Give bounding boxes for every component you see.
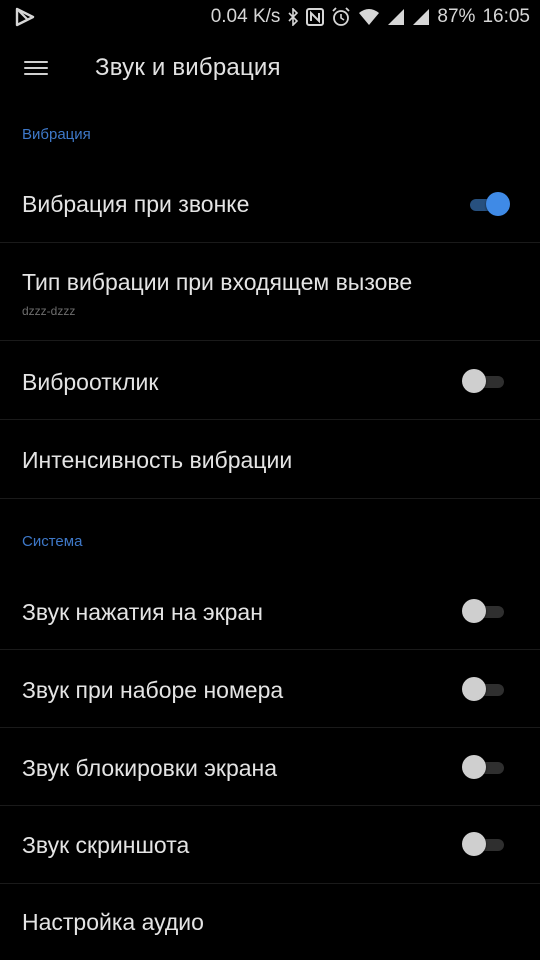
- setting-title: Виброотклик: [22, 369, 159, 395]
- section-header-vibration: Вибрация: [22, 126, 91, 143]
- clock: 16:05: [482, 6, 530, 27]
- app-toolbar: Звук и вибрация: [0, 36, 540, 104]
- setting-title: Звук нажатия на экран: [22, 599, 263, 625]
- section-header-system: Система: [22, 533, 83, 550]
- status-icons: 0.04 K/s 87% 16:05: [211, 4, 530, 30]
- signal-icon: [387, 8, 405, 26]
- setting-title: Вибрация при звонке: [22, 191, 250, 217]
- page-title: Звук и вибрация: [95, 54, 281, 81]
- hamburger-menu-icon[interactable]: [24, 58, 48, 78]
- ring-vibration-toggle[interactable]: [468, 192, 510, 216]
- setting-subtitle: dzzz-dzzz: [22, 304, 76, 318]
- touch-sound-toggle[interactable]: [462, 599, 506, 623]
- setting-incoming-vibration-type[interactable]: Тип вибрации при входящем вызове dzzz-dz…: [0, 243, 540, 340]
- setting-dial-pad-sound[interactable]: Звук при наборе номера: [0, 650, 540, 727]
- setting-touch-sound[interactable]: Звук нажатия на экран: [0, 572, 540, 649]
- setting-title: Настройка аудио: [22, 909, 204, 935]
- nfc-icon: [306, 8, 325, 26]
- haptic-feedback-toggle[interactable]: [462, 369, 506, 393]
- setting-title: Звук блокировки экрана: [22, 755, 278, 781]
- setting-title: Тип вибрации при входящем вызове: [22, 269, 413, 295]
- alarm-icon: [331, 7, 351, 27]
- dial-pad-sound-toggle[interactable]: [462, 677, 506, 701]
- wifi-icon: [358, 8, 380, 26]
- setting-audio-tuning[interactable]: Настройка аудио: [0, 884, 540, 960]
- status-bar: 0.04 K/s 87% 16:05: [0, 0, 540, 36]
- setting-title: Звук скриншота: [22, 832, 190, 858]
- divider: [0, 498, 540, 499]
- setting-screenshot-sound[interactable]: Звук скриншота: [0, 806, 540, 883]
- screen-lock-sound-toggle[interactable]: [462, 755, 506, 779]
- setting-screen-lock-sound[interactable]: Звук блокировки экрана: [0, 728, 540, 805]
- network-speed: 0.04 K/s: [210, 6, 281, 27]
- settings-screen: 0.04 K/s 87% 16:05 Звук и вибрация Вибра…: [0, 0, 540, 960]
- signal-icon-2: [412, 8, 430, 26]
- setting-title: Звук при наборе номера: [22, 677, 284, 703]
- setting-ring-vibration[interactable]: Вибрация при звонке: [0, 164, 540, 242]
- bluetooth-icon: [287, 8, 299, 26]
- screenshot-sound-toggle[interactable]: [462, 832, 506, 856]
- setting-title: Интенсивность вибрации: [22, 447, 293, 473]
- play-store-icon: [14, 6, 36, 28]
- setting-haptic-feedback[interactable]: Виброотклик: [0, 341, 540, 419]
- setting-vibration-intensity[interactable]: Интенсивность вибрации: [0, 420, 540, 498]
- battery-percentage: 87%: [437, 6, 476, 27]
